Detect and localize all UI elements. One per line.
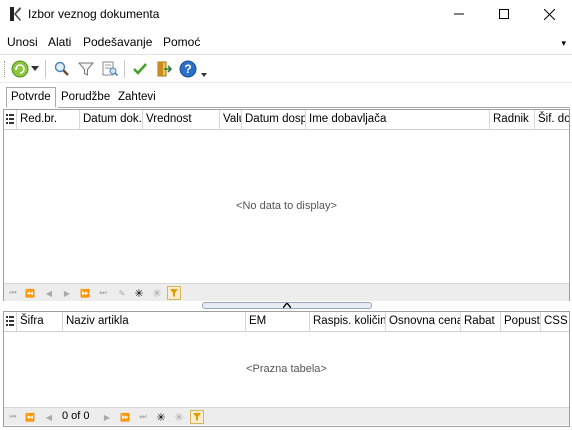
nav-prev-page-icon[interactable]: ⏪ bbox=[23, 286, 37, 300]
menu-overflow-icon[interactable]: ▾ bbox=[561, 38, 566, 49]
close-icon bbox=[543, 8, 555, 20]
maximize-icon bbox=[499, 9, 509, 19]
exit-button[interactable] bbox=[153, 58, 175, 80]
edit-icon[interactable]: ✎ bbox=[115, 286, 129, 300]
tab-potvrde[interactable]: Potvrde bbox=[6, 87, 56, 108]
menu-podesavanje[interactable]: Podešavanje bbox=[83, 35, 152, 49]
close-button[interactable] bbox=[526, 0, 572, 28]
column-header[interactable]: Šifra bbox=[17, 312, 63, 332]
column-header[interactable]: EM bbox=[246, 312, 310, 332]
preview-icon bbox=[102, 61, 119, 77]
minimize-button[interactable] bbox=[436, 0, 482, 28]
column-header[interactable]: Valu bbox=[220, 110, 242, 130]
column-header[interactable]: Rabat bbox=[461, 312, 501, 332]
menu-pomoc[interactable]: Pomoć bbox=[163, 35, 200, 49]
confirm-button[interactable] bbox=[129, 58, 151, 80]
menu-unosi[interactable]: Unosi bbox=[7, 35, 38, 49]
nav-next-icon[interactable]: ▶ bbox=[60, 286, 74, 300]
column-header[interactable]: Vrednost bbox=[143, 110, 220, 130]
menu-alati[interactable]: Alati bbox=[48, 35, 71, 49]
nav-last-icon[interactable]: ⏭ bbox=[136, 410, 150, 424]
nav-next-page-icon[interactable]: ⏩ bbox=[78, 286, 92, 300]
column-header[interactable]: Šif. do bbox=[535, 110, 569, 130]
title-bar: Izbor veznog dokumenta bbox=[0, 0, 572, 28]
copy-record-icon[interactable]: ✳ bbox=[172, 410, 186, 424]
tab-zahtevi[interactable]: Zahtevi bbox=[113, 87, 161, 107]
column-header[interactable]: Radnik bbox=[490, 110, 535, 130]
new-record-icon[interactable]: ✳ bbox=[154, 410, 168, 424]
search-button[interactable] bbox=[51, 58, 73, 80]
documents-grid: Red.br. Datum dok. Vrednost Valu Datum d… bbox=[3, 109, 570, 301]
column-chooser-button[interactable] bbox=[4, 110, 17, 130]
items-grid: Šifra Naziv artikla EM Raspis. količina … bbox=[3, 311, 570, 427]
menu-bar: Unosi Alati Podešavanje Pomoć ▾ bbox=[0, 32, 572, 52]
check-icon bbox=[133, 63, 147, 75]
preview-button[interactable] bbox=[99, 58, 121, 80]
nav-first-icon[interactable]: ⏮ bbox=[6, 286, 20, 300]
maximize-button[interactable] bbox=[481, 0, 527, 28]
navigator-bar: ⏮ ⏪ ◀ ▶ ⏩ ⏭ ✎ ✳ ✳ bbox=[4, 283, 569, 301]
navigator-bar: ⏮ ⏪ ◀ 0 of 0 ▶ ⏩ ⏭ ✳ ✳ bbox=[4, 407, 569, 425]
tab-strip: Potvrde Porudžbe Zahtevi bbox=[4, 87, 304, 108]
column-header[interactable]: Naziv artikla bbox=[63, 312, 246, 332]
column-chooser-button[interactable] bbox=[4, 312, 17, 332]
toolbar-separator bbox=[124, 60, 125, 78]
record-counter: 0 of 0 bbox=[62, 410, 90, 422]
column-header[interactable]: Osnovna cena bbox=[386, 312, 461, 332]
new-record-icon[interactable]: ✳ bbox=[132, 286, 146, 300]
refresh-button[interactable] bbox=[9, 58, 31, 80]
nav-last-icon[interactable]: ⏭ bbox=[96, 286, 110, 300]
dropdown-arrow-icon bbox=[201, 73, 207, 77]
dropdown-arrow-icon bbox=[31, 66, 39, 71]
toolbar: ? bbox=[0, 56, 572, 82]
nav-prev-icon[interactable]: ◀ bbox=[42, 410, 56, 424]
chevron-up-icon bbox=[283, 303, 291, 308]
empty-grid-message: <No data to display> bbox=[236, 200, 337, 212]
column-header[interactable]: Datum dosp bbox=[242, 110, 306, 130]
empty-grid-message: <Prazna tabela> bbox=[246, 363, 327, 375]
nav-prev-page-icon[interactable]: ⏪ bbox=[23, 410, 37, 424]
splitter-handle[interactable] bbox=[202, 302, 372, 309]
menu-divider bbox=[0, 54, 572, 55]
dialog-window: Izbor veznog dokumenta Unosi Alati Podeš… bbox=[0, 0, 572, 430]
help-icon: ? bbox=[179, 60, 197, 78]
items-grid-header: Šifra Naziv artikla EM Raspis. količina … bbox=[4, 312, 569, 332]
search-icon bbox=[54, 61, 69, 76]
minimize-icon bbox=[454, 13, 464, 15]
tab-porudzbe[interactable]: Porudžbe bbox=[56, 87, 115, 107]
refresh-dropdown[interactable] bbox=[29, 58, 41, 80]
help-button[interactable]: ? bbox=[177, 58, 199, 80]
toolbar-separator bbox=[45, 60, 46, 78]
column-header[interactable]: Popust bbox=[501, 312, 541, 332]
filter-button[interactable] bbox=[75, 58, 97, 80]
nav-prev-icon[interactable]: ◀ bbox=[42, 286, 56, 300]
app-icon bbox=[10, 7, 21, 21]
refresh-icon bbox=[11, 60, 29, 78]
documents-grid-header: Red.br. Datum dok. Vrednost Valu Datum d… bbox=[4, 110, 569, 130]
tab-baseline bbox=[58, 107, 570, 108]
filter-icon[interactable] bbox=[190, 410, 204, 424]
column-list-icon bbox=[6, 316, 14, 326]
nav-next-page-icon[interactable]: ⏩ bbox=[118, 410, 132, 424]
toolbar-grip bbox=[4, 61, 6, 77]
filter-icon[interactable] bbox=[167, 286, 181, 300]
filter-icon bbox=[77, 62, 95, 76]
svg-text:?: ? bbox=[184, 62, 191, 76]
exit-icon bbox=[157, 61, 173, 77]
column-header[interactable]: Datum dok. bbox=[80, 110, 143, 130]
nav-first-icon[interactable]: ⏮ bbox=[6, 410, 20, 424]
toolbar-divider bbox=[0, 82, 572, 83]
column-header[interactable]: Raspis. količina bbox=[310, 312, 386, 332]
column-list-icon bbox=[6, 114, 14, 124]
nav-next-icon[interactable]: ▶ bbox=[100, 410, 114, 424]
copy-record-icon[interactable]: ✳ bbox=[150, 286, 164, 300]
window-title: Izbor veznog dokumenta bbox=[28, 7, 160, 21]
column-header[interactable]: CSS bbox=[541, 312, 569, 332]
column-header[interactable]: Ime dobavljača bbox=[306, 110, 490, 130]
column-header[interactable]: Red.br. bbox=[17, 110, 80, 130]
